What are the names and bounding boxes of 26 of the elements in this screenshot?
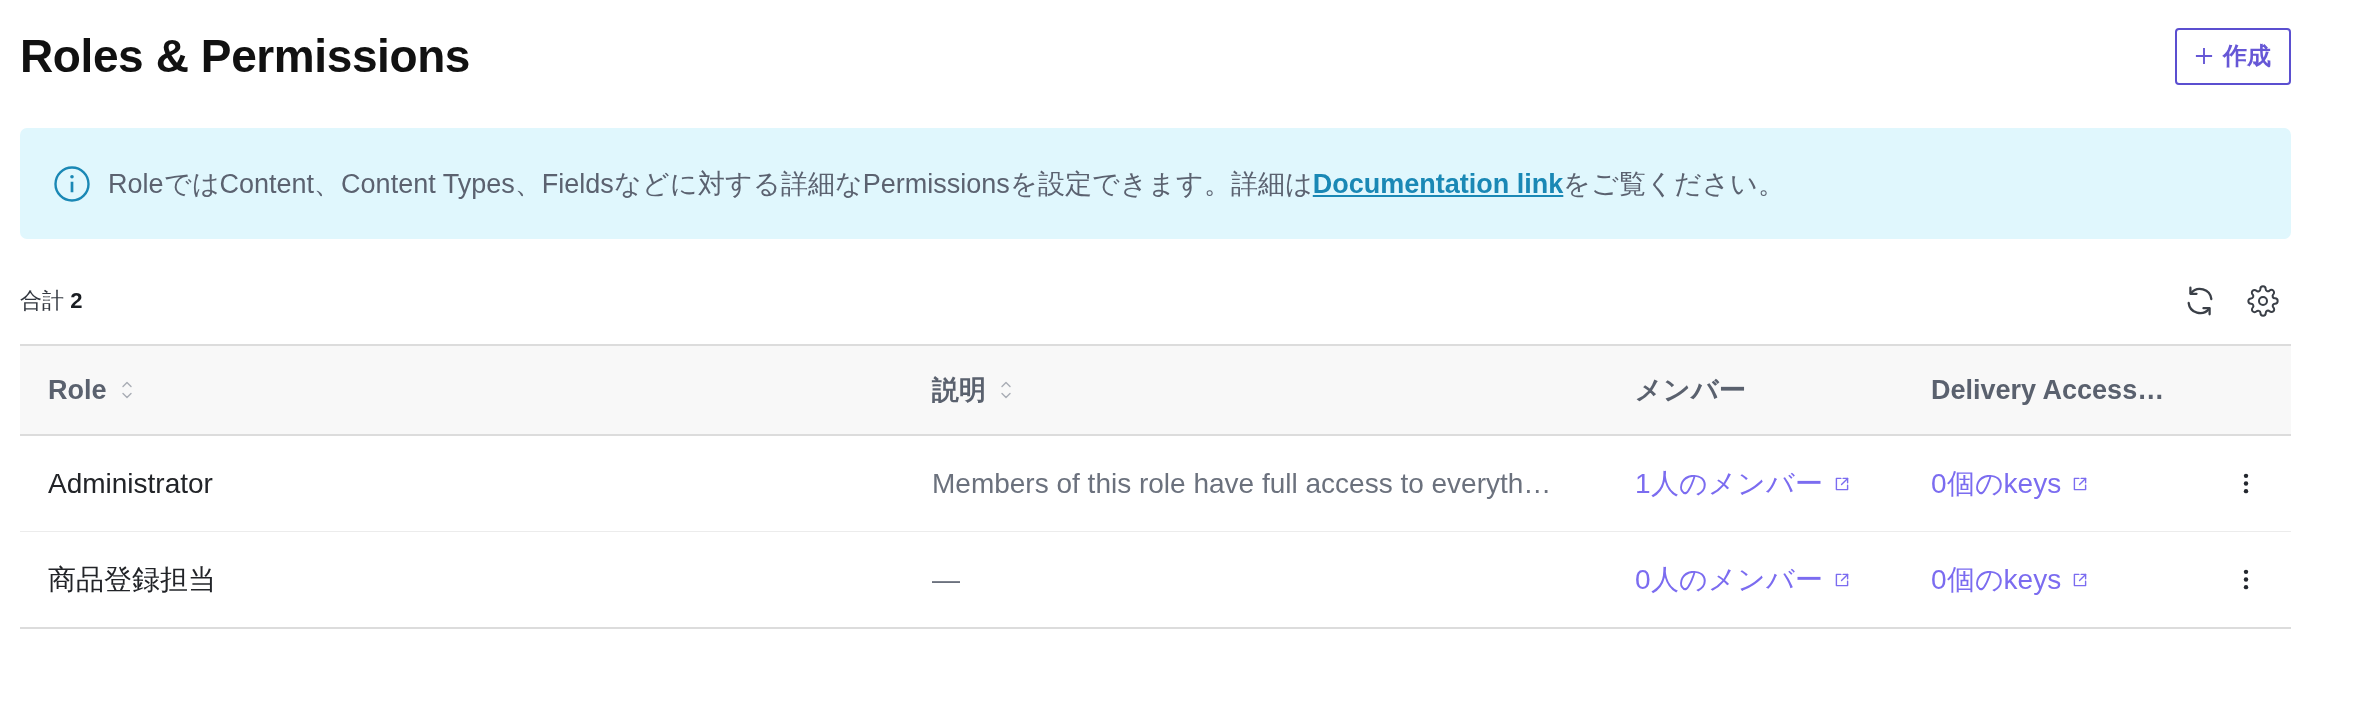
delivery-keys-link[interactable]: 0個のkeys [1931,560,2088,599]
role-description: — [932,563,960,596]
role-name: Administrator [48,467,213,500]
plus-icon [2195,47,2213,65]
members-link[interactable]: 1人のメンバー [1635,464,1849,503]
external-link-icon [2073,572,2088,587]
column-header: Role [48,374,107,406]
column-header: Delivery Access… [1931,374,2165,406]
external-link-icon [1834,572,1849,587]
total-count: 合計 2 [20,287,83,315]
column-header: 説明 [932,374,986,407]
members-link[interactable]: 0人のメンバー [1635,560,1849,599]
external-link-icon [2073,476,2088,491]
more-menu-icon[interactable] [2242,569,2249,590]
role-name: 商品登録担当 [48,562,216,597]
info-icon [54,165,90,202]
column-header: メンバー [1635,374,1746,407]
create-button[interactable]: 作成 [2175,27,2291,85]
role-description: Members of this role have full access to everyth… [932,467,1552,500]
info-message: RoleではContent、Content Types、Fieldsなどに対する詳細なPermissionsを設定できます。詳細はDocumentation linkをご覧ください。 [108,167,1786,201]
external-link-icon [1834,476,1849,491]
settings-icon[interactable] [2247,285,2279,317]
documentation-link[interactable]: Documentation link [1312,168,1564,199]
more-menu-icon[interactable] [2242,473,2249,494]
delivery-keys-link[interactable]: 0個のkeys [1931,464,2088,503]
page-title: Roles & Permissions [20,29,471,83]
